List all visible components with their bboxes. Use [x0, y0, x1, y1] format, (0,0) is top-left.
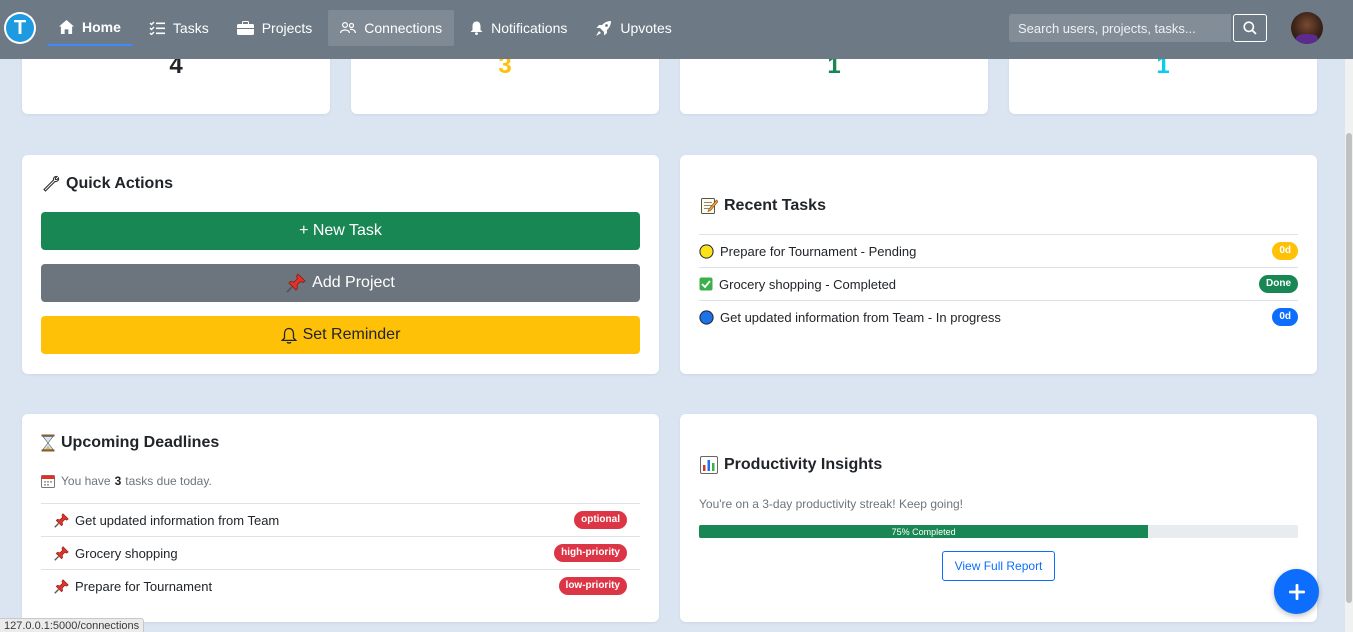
nav-label-upvotes: Upvotes: [620, 20, 672, 36]
deadline-info-suffix: tasks due today.: [125, 474, 212, 488]
quick-actions-title-text: Quick Actions: [66, 175, 173, 192]
nav-label-connections: Connections: [364, 20, 443, 36]
search-icon: [1243, 21, 1257, 35]
set-reminder-button[interactable]: Set Reminder: [41, 316, 640, 354]
scrollbar-thumb[interactable]: [1346, 133, 1352, 603]
app-logo[interactable]: T: [4, 12, 36, 44]
streak-text: You're on a 3-day productivity streak! K…: [699, 497, 964, 511]
list-item[interactable]: Grocery shopping - Completed Done: [699, 267, 1298, 300]
wrench-icon: [42, 175, 60, 193]
briefcase-icon: [236, 21, 254, 35]
check-box-icon: [699, 277, 713, 291]
nav-item-notifications[interactable]: Notifications: [458, 10, 579, 46]
priority-badge: high-priority: [554, 544, 627, 562]
list-item[interactable]: Get updated information from Team option…: [41, 503, 640, 536]
search-input[interactable]: [1009, 14, 1231, 42]
deadlines-title: Upcoming Deadlines: [41, 434, 219, 452]
add-project-label: Add Project: [312, 274, 395, 291]
nav-menu: Home Tasks Projects Connections Notifica…: [47, 10, 688, 46]
yellow-circle-icon: [699, 243, 714, 259]
search-button[interactable]: [1233, 14, 1267, 42]
nav-item-projects[interactable]: Projects: [225, 10, 325, 46]
insights-title: Productivity Insights: [700, 456, 882, 474]
new-task-button[interactable]: + New Task: [41, 212, 640, 250]
list-item[interactable]: Grocery shopping high-priority: [41, 536, 640, 569]
nav-item-tasks[interactable]: Tasks: [137, 10, 221, 46]
view-full-report-button[interactable]: View Full Report: [942, 551, 1055, 581]
recent-tasks-title: Recent Tasks: [700, 197, 826, 215]
top-navbar: T Home Tasks Projects Connections Notifi…: [0, 0, 1353, 59]
nav-label-projects: Projects: [261, 20, 313, 36]
priority-badge: low-priority: [558, 577, 627, 595]
status-badge: 0d: [1272, 308, 1298, 326]
recent-tasks-list: Prepare for Tournament - Pending 0d Groc…: [699, 234, 1298, 333]
insights-title-text: Productivity Insights: [724, 456, 883, 473]
deadlines-list: Get updated information from Team option…: [41, 503, 640, 602]
home-icon: [59, 20, 74, 34]
pushpin-icon: [54, 512, 69, 528]
deadline-count: 3: [114, 474, 122, 488]
status-badge: 0d: [1272, 242, 1298, 260]
task-text: Prepare for Tournament - Pending: [720, 243, 917, 259]
deadline-text: Grocery shopping: [75, 545, 178, 561]
list-item[interactable]: Get updated information from Team - In p…: [699, 300, 1298, 333]
user-avatar[interactable]: [1291, 12, 1323, 44]
pushpin-icon: [54, 578, 69, 594]
progress-fill: 75% Completed: [699, 525, 1149, 538]
deadline-summary: You have 3 tasks due today.: [41, 474, 212, 488]
people-icon: [340, 22, 357, 34]
recent-tasks-title-text: Recent Tasks: [724, 197, 826, 214]
task-text: Grocery shopping - Completed: [719, 276, 897, 292]
nav-label-tasks: Tasks: [172, 20, 209, 36]
deadline-info-prefix: You have: [61, 474, 111, 488]
memo-icon: [700, 197, 718, 215]
set-reminder-label: Set Reminder: [302, 326, 401, 343]
list-check-icon: [149, 21, 165, 35]
recent-tasks-card: Recent Tasks Prepare for Tournament - Pe…: [680, 155, 1317, 374]
productivity-insights-card: Productivity Insights You're on a 3-day …: [680, 414, 1317, 622]
calendar-icon: [41, 474, 55, 488]
pushpin-icon: [286, 273, 306, 293]
task-text: Get updated information from Team - In p…: [720, 309, 1001, 325]
priority-badge: optional: [574, 511, 627, 529]
deadline-text: Get updated information from Team: [75, 512, 280, 528]
list-item[interactable]: Prepare for Tournament - Pending 0d: [699, 234, 1298, 267]
blue-circle-icon: [699, 309, 714, 325]
quick-actions-title: Quick Actions: [42, 175, 173, 193]
rocket-icon: [595, 20, 612, 37]
bar-chart-icon: [700, 456, 718, 474]
hourglass-icon: [41, 434, 55, 452]
nav-item-home[interactable]: Home: [47, 10, 133, 46]
bell-outline-icon: [280, 327, 297, 344]
nav-label-notifications: Notifications: [491, 20, 568, 36]
add-project-button[interactable]: Add Project: [41, 264, 640, 302]
page-scrollbar[interactable]: [1345, 59, 1353, 632]
search-bar: [1009, 14, 1267, 42]
pushpin-icon: [54, 545, 69, 561]
deadline-text: Prepare for Tournament: [75, 578, 213, 594]
bell-icon: [470, 21, 483, 35]
progress-bar: 75% Completed: [699, 525, 1298, 538]
status-bar-url: 127.0.0.1:5000/connections: [0, 618, 145, 632]
status-badge: Done: [1259, 275, 1298, 293]
nav-item-connections[interactable]: Connections: [328, 10, 455, 46]
upcoming-deadlines-card: Upcoming Deadlines You have 3 tasks due …: [22, 414, 659, 622]
plus-icon: [1288, 583, 1306, 601]
deadlines-title-text: Upcoming Deadlines: [61, 434, 220, 451]
nav-label-home: Home: [82, 19, 121, 35]
add-fab-button[interactable]: [1274, 569, 1319, 614]
logo-letter: T: [6, 14, 34, 42]
list-item[interactable]: Prepare for Tournament low-priority: [41, 569, 640, 602]
nav-item-upvotes[interactable]: Upvotes: [583, 10, 683, 46]
quick-actions-card: Quick Actions + New Task Add Project Set…: [22, 155, 659, 374]
